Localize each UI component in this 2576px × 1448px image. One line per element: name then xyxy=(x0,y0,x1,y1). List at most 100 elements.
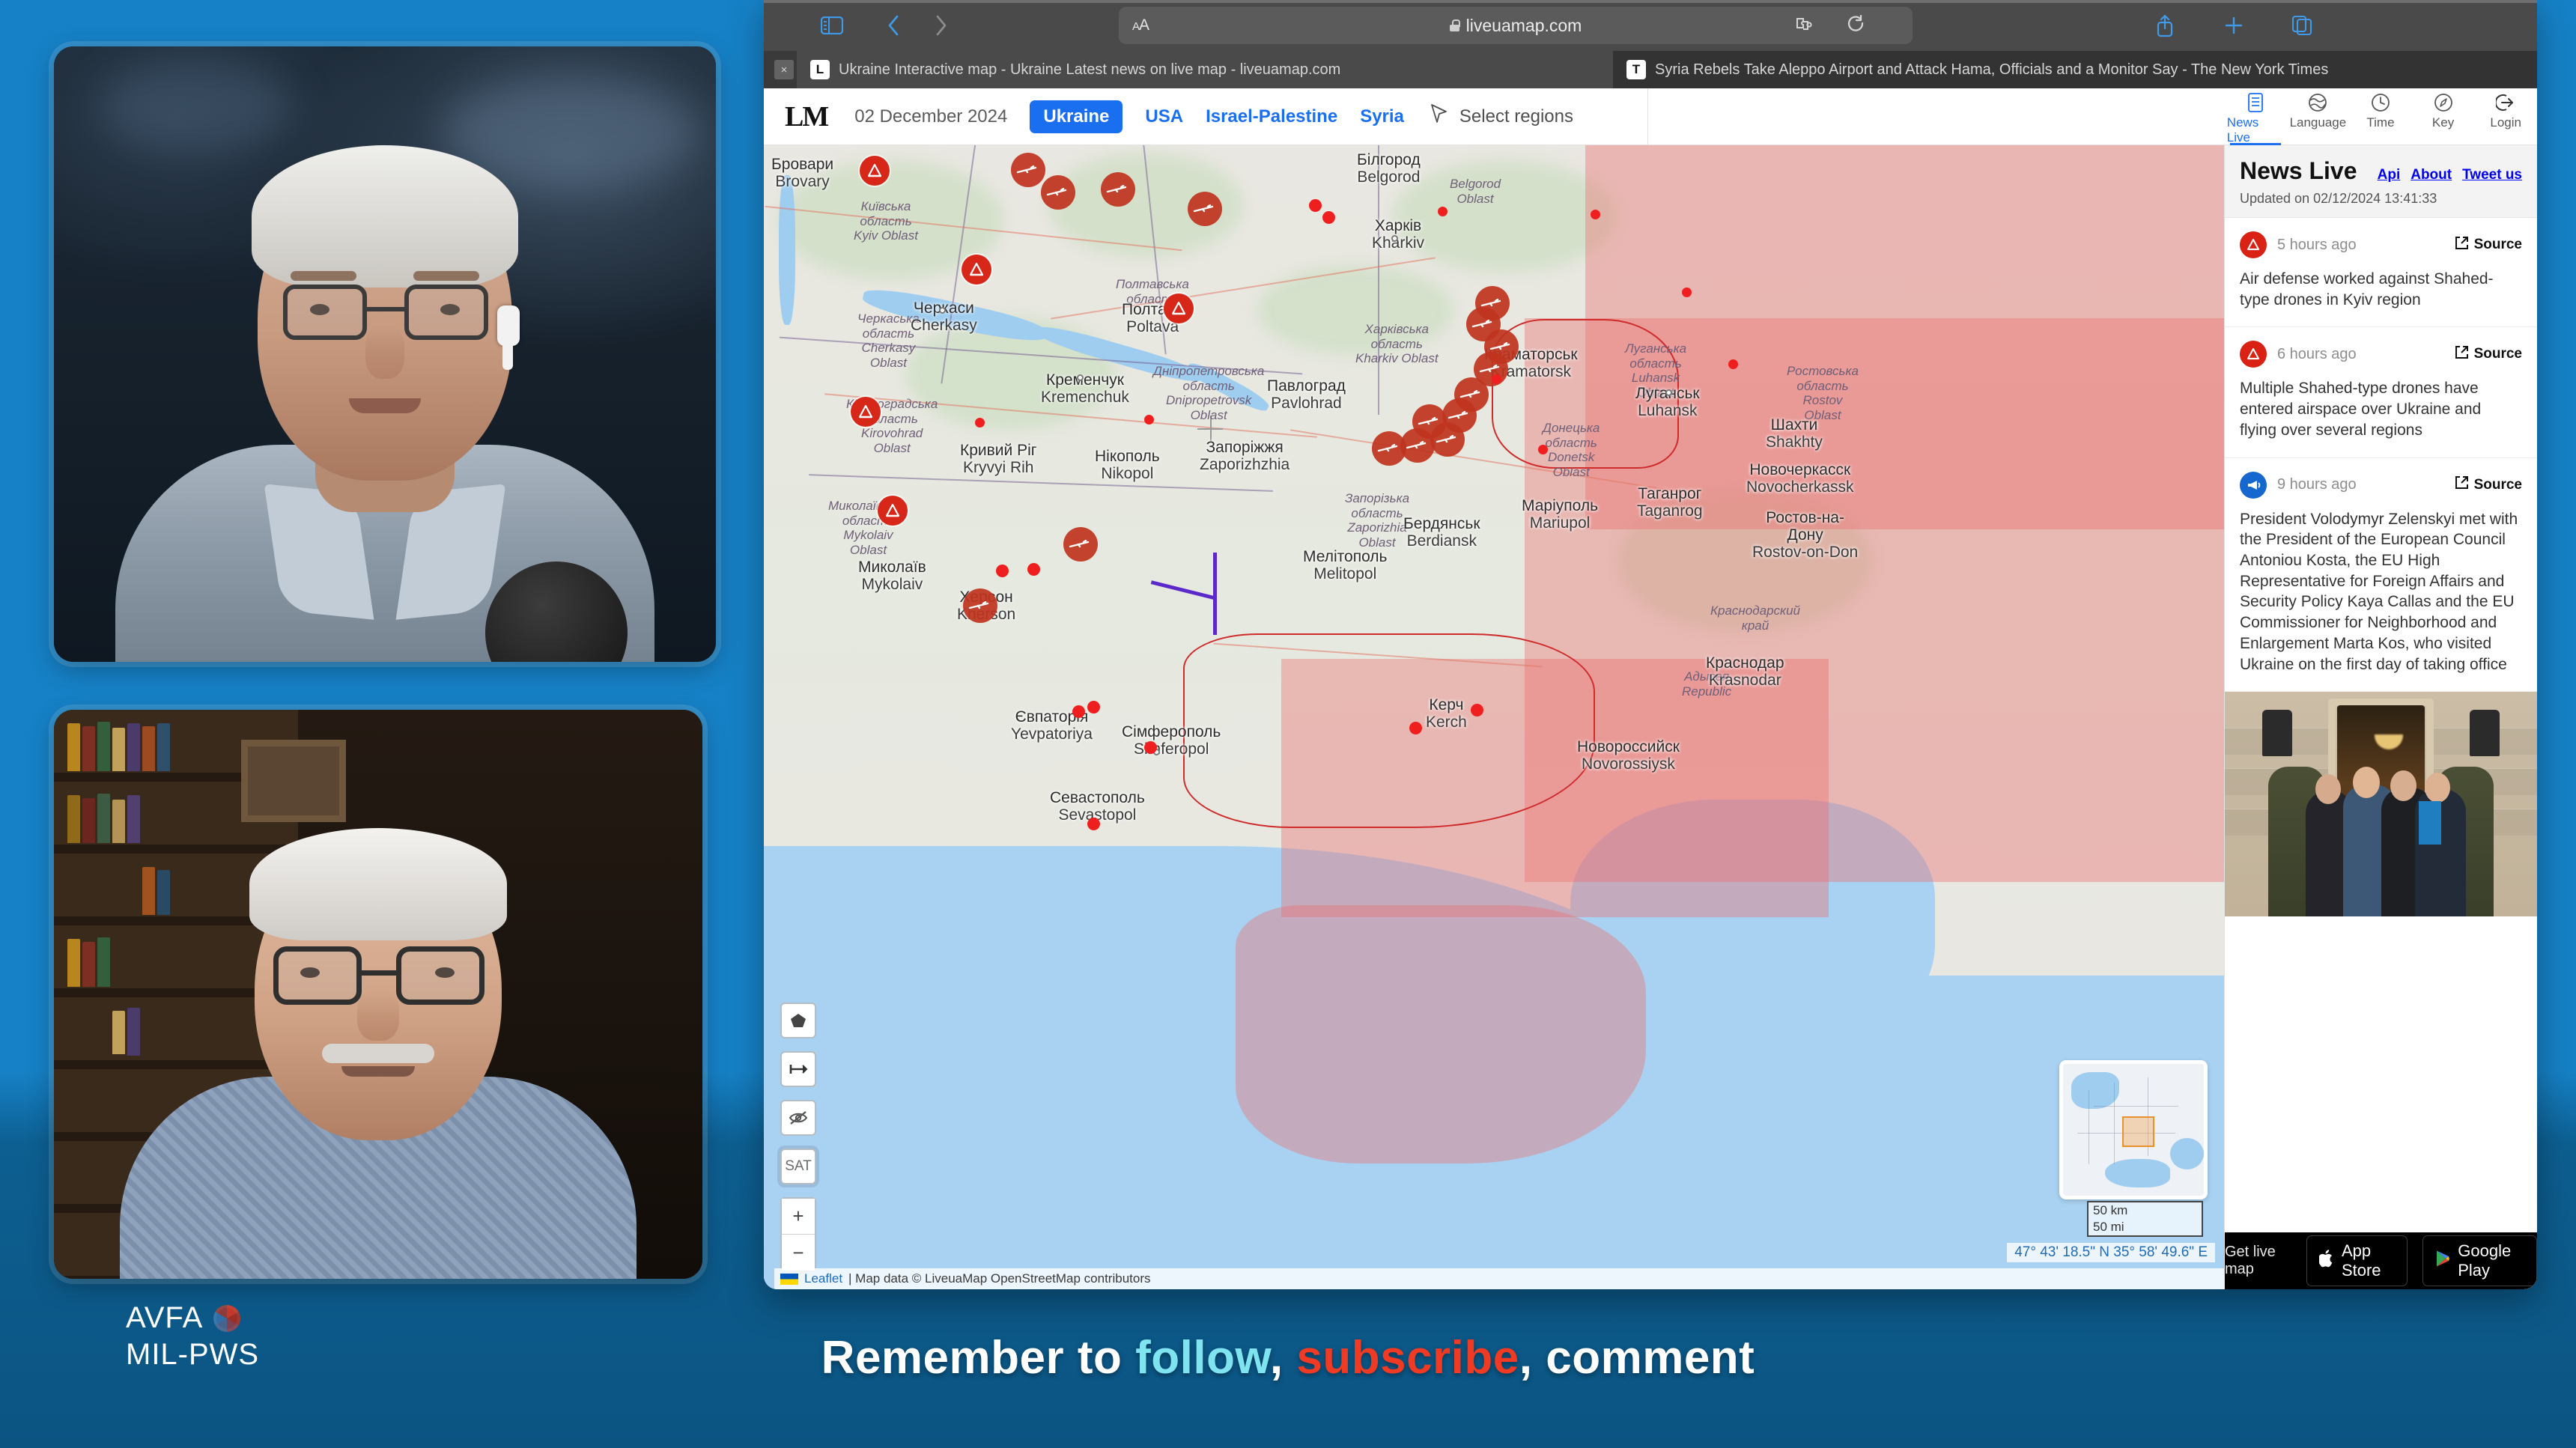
login-arrow-icon xyxy=(2496,93,2515,112)
map-city-label: Таганрог Taganrog xyxy=(1637,485,1703,520)
app-store-button[interactable]: App Store xyxy=(2306,1235,2408,1286)
interactive-map[interactable]: Київська область Kyiv Oblast Черкаська обла… xyxy=(764,145,2224,1289)
liveuamap-logo[interactable]: LM xyxy=(785,100,829,133)
nav-item-time[interactable]: Time xyxy=(2352,93,2409,130)
wall-lamp xyxy=(2262,710,2293,757)
map-marker-battle[interactable] xyxy=(1041,175,1075,210)
news-item[interactable]: 5 hours ago Source Air defense worked ag… xyxy=(2225,218,2537,328)
map-marker-drone[interactable] xyxy=(962,255,991,285)
extensions-puzzle-icon[interactable] xyxy=(1794,16,1814,35)
map-marker-dot[interactable] xyxy=(1087,701,1100,714)
map-marker-battle[interactable] xyxy=(1101,172,1135,207)
polygon-tool-button[interactable] xyxy=(780,1003,816,1038)
map-marker-dot[interactable] xyxy=(1492,374,1501,384)
map-marker-dot[interactable] xyxy=(1309,199,1322,212)
browser-tab-active[interactable]: L Ukraine Interactive map - Ukraine Late… xyxy=(797,51,1613,88)
region-tab-israel-palestine[interactable]: Israel-Palestine xyxy=(1206,106,1337,127)
eyeglasses-bridge xyxy=(365,307,404,311)
map-marker-dot[interactable] xyxy=(1728,359,1738,369)
map-marker-dot[interactable] xyxy=(1322,211,1335,224)
map-marker-battle[interactable] xyxy=(1011,153,1045,187)
share-icon[interactable] xyxy=(2155,13,2175,37)
map-marker-drone[interactable] xyxy=(1164,293,1194,323)
news-source-link[interactable]: Source xyxy=(2455,236,2522,255)
map-marker-drone[interactable] xyxy=(878,496,908,526)
minimap-viewport-rect[interactable] xyxy=(2121,1116,2155,1147)
region-tab-ukraine[interactable]: Ukraine xyxy=(1030,100,1123,133)
news-item[interactable]: 9 hours ago Source President Volodymyr Z… xyxy=(2225,458,2537,693)
leaflet-link[interactable]: Leaflet xyxy=(804,1271,842,1286)
zoom-in-button[interactable]: + xyxy=(782,1199,815,1235)
api-link[interactable]: Api xyxy=(2378,167,2401,183)
map-marker-dot[interactable] xyxy=(996,565,1009,577)
webcam-panel-top[interactable] xyxy=(54,46,716,662)
map-marker-drone[interactable] xyxy=(860,156,890,186)
map-marker-dot[interactable] xyxy=(1409,722,1422,734)
banner-suffix: , comment xyxy=(1519,1332,1755,1384)
map-marker-battle[interactable] xyxy=(1372,431,1406,466)
nav-label: Key xyxy=(2431,115,2455,130)
measure-tool-button[interactable] xyxy=(780,1051,816,1087)
map-marker-dot[interactable] xyxy=(1144,741,1157,754)
map-oblast-label: Belgorod Oblast xyxy=(1450,177,1501,206)
webcam-panel-bottom[interactable] xyxy=(54,710,702,1279)
map-marker-drone[interactable] xyxy=(851,397,881,427)
nav-item-key[interactable]: Key xyxy=(2415,93,2472,130)
news-item-time: 6 hours ago xyxy=(2277,345,2357,362)
map-marker-dot[interactable] xyxy=(1027,563,1040,576)
map-oblast-label: Київська область Kyiv Oblast xyxy=(854,199,918,243)
map-marker-battle[interactable] xyxy=(1188,192,1222,226)
news-item-photo[interactable] xyxy=(2225,692,2537,917)
map-marker-battle[interactable] xyxy=(963,588,997,623)
map-marker-dot[interactable] xyxy=(1087,818,1100,830)
map-marker-dot[interactable] xyxy=(1438,207,1448,216)
person-mouth xyxy=(341,1066,415,1077)
zoom-out-button[interactable]: − xyxy=(782,1235,815,1271)
map-city-label: Білгород Belgorod xyxy=(1357,151,1421,186)
map-marker-dot[interactable] xyxy=(975,418,985,428)
map-city-label: Павлоград Pavlohrad xyxy=(1267,377,1346,413)
person-nose xyxy=(365,325,404,379)
dignitary-head xyxy=(2315,774,2341,805)
minimap-overview[interactable] xyxy=(2059,1060,2208,1199)
tab-overview-icon[interactable] xyxy=(2291,15,2312,36)
map-marker-dot[interactable] xyxy=(1471,704,1483,717)
select-regions-button[interactable]: Select regions xyxy=(1430,103,1573,130)
map-marker-dot[interactable] xyxy=(1682,288,1692,297)
nav-item-news-live[interactable]: News Live xyxy=(2227,93,2284,145)
crimea-zone xyxy=(1235,904,1646,1163)
map-marker-dot[interactable] xyxy=(1144,415,1154,425)
nav-item-language[interactable]: Language xyxy=(2289,93,2346,130)
region-tab-syria[interactable]: Syria xyxy=(1360,106,1404,127)
satellite-toggle-button[interactable]: SAT xyxy=(777,1146,819,1187)
news-item-list[interactable]: 5 hours ago Source Air defense worked ag… xyxy=(2225,218,2537,1232)
back-chevron-icon[interactable] xyxy=(887,14,900,37)
hide-markers-eye-off-icon[interactable] xyxy=(780,1100,816,1136)
map-city-label: Бердянськ Berdiansk xyxy=(1403,515,1480,550)
region-tab-usa[interactable]: USA xyxy=(1145,106,1183,127)
map-marker-dot[interactable] xyxy=(1591,210,1600,219)
sidebar-icon[interactable] xyxy=(821,16,843,34)
new-tab-plus-icon[interactable] xyxy=(2224,16,2244,35)
reload-icon[interactable] xyxy=(1847,15,1866,36)
google-play-button[interactable]: Google Play xyxy=(2422,1235,2537,1286)
address-bar[interactable]: AA liveuamap.com xyxy=(1119,7,1913,44)
browser-tab-inactive[interactable]: T Syria Rebels Take Aleppo Airport and A… xyxy=(1613,51,2537,88)
map-marker-dot[interactable] xyxy=(1538,445,1548,454)
statement-megaphone-badge-icon xyxy=(2240,471,2267,499)
zoom-controls: + − xyxy=(780,1197,816,1272)
wall-picture-frame xyxy=(241,740,346,822)
source-label: Source xyxy=(2473,346,2522,362)
close-tab-icon[interactable]: × xyxy=(774,60,794,79)
map-marker-battle[interactable] xyxy=(1430,422,1465,457)
about-link[interactable]: About xyxy=(2411,167,2452,183)
news-item-text: Multiple Shahed-type drones have entered… xyxy=(2240,380,2482,439)
news-item[interactable]: 6 hours ago Source Multiple Shahed-type … xyxy=(2225,327,2537,458)
news-source-link[interactable]: Source xyxy=(2455,475,2522,494)
map-marker-battle[interactable] xyxy=(1063,527,1098,562)
tweet-us-link[interactable]: Tweet us xyxy=(2462,167,2522,183)
news-source-link[interactable]: Source xyxy=(2455,345,2522,364)
map-marker-dot[interactable] xyxy=(1072,705,1085,718)
nav-item-login[interactable]: Login xyxy=(2477,93,2534,130)
map-city-label: Шахти Shakhty xyxy=(1766,416,1823,451)
